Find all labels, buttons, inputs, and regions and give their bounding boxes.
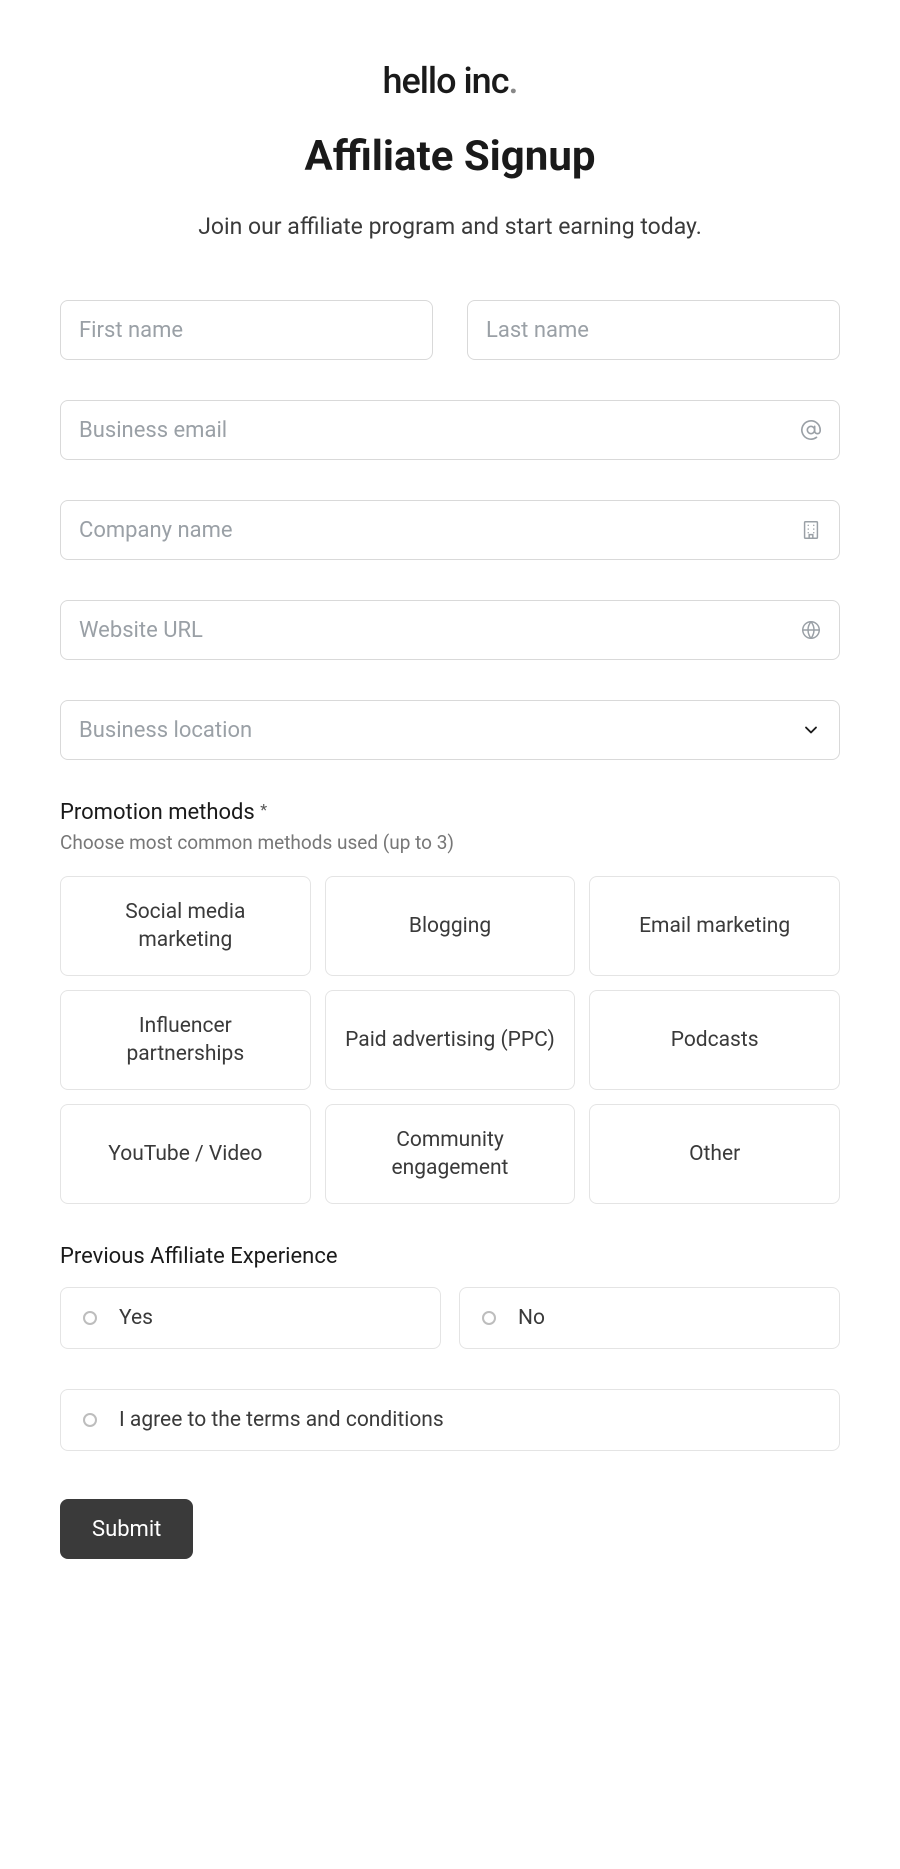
promotion-option[interactable]: Other	[589, 1104, 840, 1204]
experience-option-no[interactable]: No	[459, 1287, 840, 1349]
promotion-option[interactable]: Paid advertising (PPC)	[325, 990, 576, 1090]
experience-label: Previous Affiliate Experience	[60, 1244, 840, 1269]
promotion-options: Social media marketing Blogging Email ma…	[60, 876, 840, 1204]
experience-option-yes[interactable]: Yes	[60, 1287, 441, 1349]
location-select[interactable]: Business location	[60, 700, 840, 760]
promotion-option[interactable]: Community engagement	[325, 1104, 576, 1204]
location-placeholder: Business location	[79, 718, 252, 743]
page-title: Affiliate Signup	[60, 132, 840, 181]
brand-name: hello inc	[382, 60, 508, 102]
promotion-label: Promotion methods *	[60, 800, 840, 825]
chevron-down-icon	[801, 720, 821, 740]
last-name-input[interactable]	[467, 300, 840, 360]
promotion-option[interactable]: Influencer partnerships	[60, 990, 311, 1090]
promotion-help: Choose most common methods used (up to 3…	[60, 831, 840, 854]
checkbox-icon	[83, 1413, 97, 1427]
page-subtitle: Join our affiliate program and start ear…	[60, 213, 840, 240]
promotion-option[interactable]: Social media marketing	[60, 876, 311, 976]
promotion-option[interactable]: Podcasts	[589, 990, 840, 1090]
email-input[interactable]	[60, 400, 840, 460]
promotion-option[interactable]: YouTube / Video	[60, 1104, 311, 1204]
radio-icon	[482, 1311, 496, 1325]
company-input[interactable]	[60, 500, 840, 560]
promotion-option[interactable]: Email marketing	[589, 876, 840, 976]
submit-button[interactable]: Submit	[60, 1499, 193, 1559]
brand-dot: .	[509, 60, 518, 102]
terms-checkbox[interactable]: I agree to the terms and conditions	[60, 1389, 840, 1451]
brand-logo: hello inc.	[60, 60, 840, 102]
promotion-option[interactable]: Blogging	[325, 876, 576, 976]
radio-icon	[83, 1311, 97, 1325]
first-name-input[interactable]	[60, 300, 433, 360]
website-input[interactable]	[60, 600, 840, 660]
